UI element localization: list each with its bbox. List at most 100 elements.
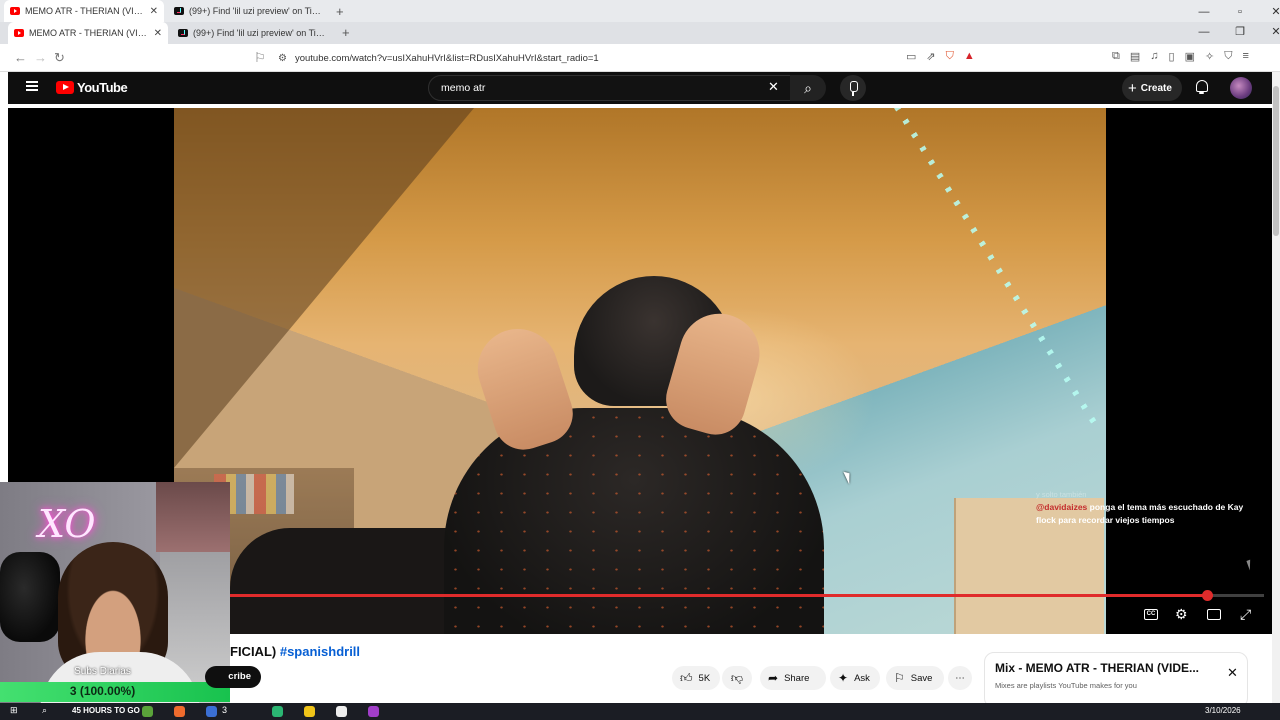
tab-title: MEMO ATR - THERIAN (VIDE bbox=[29, 28, 149, 38]
close-mix-icon[interactable]: ✕ bbox=[1227, 665, 1238, 681]
chat-faint-line: y solto también bbox=[1036, 490, 1087, 499]
thumbs-up-icon: 👍︎ bbox=[680, 670, 693, 685]
rewards-icon[interactable]: ▲ bbox=[964, 50, 975, 63]
tab-memo-atr[interactable]: MEMO ATR - THERIAN (VIDE ✕ bbox=[4, 0, 164, 22]
app-icon[interactable] bbox=[304, 706, 315, 717]
windows-start-icon[interactable]: ⊞ bbox=[10, 705, 18, 716]
brave-shield-icon[interactable]: ⛉ bbox=[946, 50, 954, 63]
install-icon[interactable]: ▭ bbox=[906, 50, 916, 63]
captions-icon[interactable]: CC bbox=[1144, 609, 1158, 620]
menu-icon[interactable] bbox=[26, 81, 38, 91]
app-icon[interactable] bbox=[336, 706, 347, 717]
fullscreen-icon[interactable]: ⤢ bbox=[1240, 606, 1251, 623]
extension-icon[interactable]: ⧉ bbox=[1112, 50, 1120, 63]
share-label: Share bbox=[784, 672, 810, 684]
share-page-icon[interactable]: ⇗ bbox=[926, 50, 935, 63]
more-actions-button[interactable]: ⋯ bbox=[948, 666, 972, 690]
new-tab-button[interactable]: + bbox=[336, 4, 344, 19]
youtube-favicon-icon bbox=[10, 7, 20, 15]
notifications-icon[interactable] bbox=[1196, 80, 1208, 94]
vpn-icon[interactable]: ⛉ bbox=[1224, 50, 1232, 63]
hoodie-body bbox=[444, 408, 824, 634]
share-button[interactable]: ➦ Share bbox=[760, 666, 826, 690]
browser-toolbar: ← → ↻ ⚐ ⚙ youtube.com/watch?v=usIXahuHVr… bbox=[0, 44, 1280, 72]
share-icon: ➦ bbox=[768, 671, 779, 685]
app-icon[interactable] bbox=[368, 706, 379, 717]
app-icon[interactable] bbox=[206, 706, 217, 717]
search-button[interactable]: ⌕ bbox=[790, 75, 826, 101]
more-icon: ⋯ bbox=[955, 672, 965, 684]
search-input[interactable]: memo atr bbox=[428, 75, 804, 101]
taskbar-date: 3/10/2026 bbox=[1205, 706, 1241, 715]
tiktok-favicon-icon bbox=[178, 29, 188, 37]
tab-tiktok[interactable]: (99+) Find 'lil uzi preview' on TikTok | bbox=[168, 0, 328, 22]
subscribe-button[interactable]: cribe bbox=[205, 666, 261, 688]
close-tab-icon[interactable]: ✕ bbox=[154, 28, 162, 39]
music-icon[interactable]: ♫ bbox=[1150, 50, 1158, 63]
close-tab-icon[interactable]: ✕ bbox=[150, 6, 158, 17]
restore-icon[interactable]: ❐ bbox=[1222, 20, 1258, 44]
settings-gear-icon[interactable]: ⚙ bbox=[1175, 606, 1188, 623]
progress-handle[interactable] bbox=[1202, 590, 1214, 601]
neon-sign: XO bbox=[38, 502, 96, 546]
mix-title: Mix - MEMO ATR - THERIAN (VIDE... bbox=[995, 661, 1199, 675]
tab-strip-second: MEMO ATR - THERIAN (VIDE ✕ (99+) Find 'l… bbox=[0, 22, 1280, 44]
avatar[interactable] bbox=[1230, 77, 1252, 99]
ceiling-shadow bbox=[174, 108, 474, 468]
video-title: FICIAL) #spanishdrill bbox=[230, 644, 360, 659]
theater-mode-icon[interactable] bbox=[1207, 609, 1221, 620]
chat-username: @davidaizes bbox=[1036, 502, 1088, 512]
tab-tiktok-2[interactable]: (99+) Find 'lil uzi preview' on TikTok | bbox=[172, 22, 332, 44]
chat-overlay: y solto también @davidaizes ponga el tem… bbox=[1036, 488, 1246, 527]
subs-label: Subs Diarias bbox=[74, 666, 131, 677]
split-view-icon[interactable]: ▯ bbox=[1169, 50, 1175, 63]
ask-button[interactable]: ✦ Ask bbox=[830, 666, 880, 690]
like-count: 5K bbox=[698, 672, 711, 684]
page-scrollbar[interactable] bbox=[1272, 72, 1280, 703]
mix-playlist-panel[interactable]: Mix - MEMO ATR - THERIAN (VIDE... Mixes … bbox=[984, 652, 1248, 708]
video-frame[interactable] bbox=[174, 108, 1106, 634]
app-icon[interactable] bbox=[272, 706, 283, 717]
reload-icon[interactable]: ↻ bbox=[54, 50, 65, 66]
cursor-shadow-icon bbox=[1246, 559, 1254, 571]
extension-icons: ⧉ ▤ ♫ ▯ ▣ ✧ ⛉ ≡ bbox=[1112, 50, 1249, 63]
subs-value: 3 (100.00%) bbox=[69, 684, 136, 698]
sidebar-icon[interactable]: ▤ bbox=[1130, 50, 1140, 63]
menu-icon[interactable]: ≡ bbox=[1242, 50, 1248, 63]
brave-icon[interactable] bbox=[174, 706, 185, 717]
like-button[interactable]: 👍︎ 5K bbox=[672, 666, 720, 690]
microphone-icon[interactable] bbox=[840, 75, 866, 101]
forward-icon[interactable]: → bbox=[34, 50, 47, 65]
dislike-button[interactable]: 👎︎ bbox=[722, 666, 752, 690]
save-button[interactable]: ⚐ Save bbox=[886, 666, 944, 690]
tab-memo-atr-2[interactable]: MEMO ATR - THERIAN (VIDE ✕ bbox=[8, 22, 168, 44]
site-info-icon[interactable]: ⚙ bbox=[278, 53, 287, 64]
bookmark-save-icon: ⚐ bbox=[894, 671, 905, 685]
app-icon[interactable] bbox=[142, 706, 153, 717]
minimize-icon[interactable]: — bbox=[1186, 20, 1222, 44]
thumbs-down-icon: 👎︎ bbox=[730, 670, 744, 685]
bookmark-icon[interactable]: ⚐ bbox=[254, 50, 266, 66]
clear-search-icon[interactable]: ✕ bbox=[768, 79, 779, 95]
search-taskbar-icon[interactable]: ⌕ bbox=[42, 705, 47, 716]
ask-label: Ask bbox=[854, 672, 870, 684]
logo-text: YouTube bbox=[77, 80, 128, 95]
back-icon[interactable]: ← bbox=[14, 50, 27, 65]
youtube-logo[interactable]: YouTube bbox=[56, 80, 128, 95]
scrollbar-thumb[interactable] bbox=[1273, 86, 1279, 236]
wallet-icon[interactable]: ▣ bbox=[1185, 50, 1195, 63]
windows-taskbar: ⊞ ⌕ 45 HOURS TO GO 3 3/10/2026 bbox=[0, 703, 1280, 720]
hashtag-link[interactable]: #spanishdrill bbox=[280, 644, 360, 659]
close-window-icon[interactable]: ✕ bbox=[1258, 20, 1280, 44]
new-tab-button[interactable]: + bbox=[342, 25, 350, 40]
mix-subtitle: Mixes are playlists YouTube makes for yo… bbox=[995, 681, 1137, 690]
create-label: Create bbox=[1140, 82, 1172, 94]
create-button[interactable]: + Create bbox=[1122, 75, 1182, 101]
youtube-favicon-icon bbox=[14, 29, 24, 37]
webcam-shelf bbox=[156, 482, 230, 552]
save-label: Save bbox=[910, 672, 933, 684]
leo-icon[interactable]: ✧ bbox=[1205, 50, 1214, 63]
tab-title: (99+) Find 'lil uzi preview' on TikTok | bbox=[193, 28, 326, 38]
tiktok-favicon-icon bbox=[174, 7, 184, 15]
address-bar[interactable]: ⚙ youtube.com/watch?v=usIXahuHVrI&list=R… bbox=[272, 47, 998, 69]
